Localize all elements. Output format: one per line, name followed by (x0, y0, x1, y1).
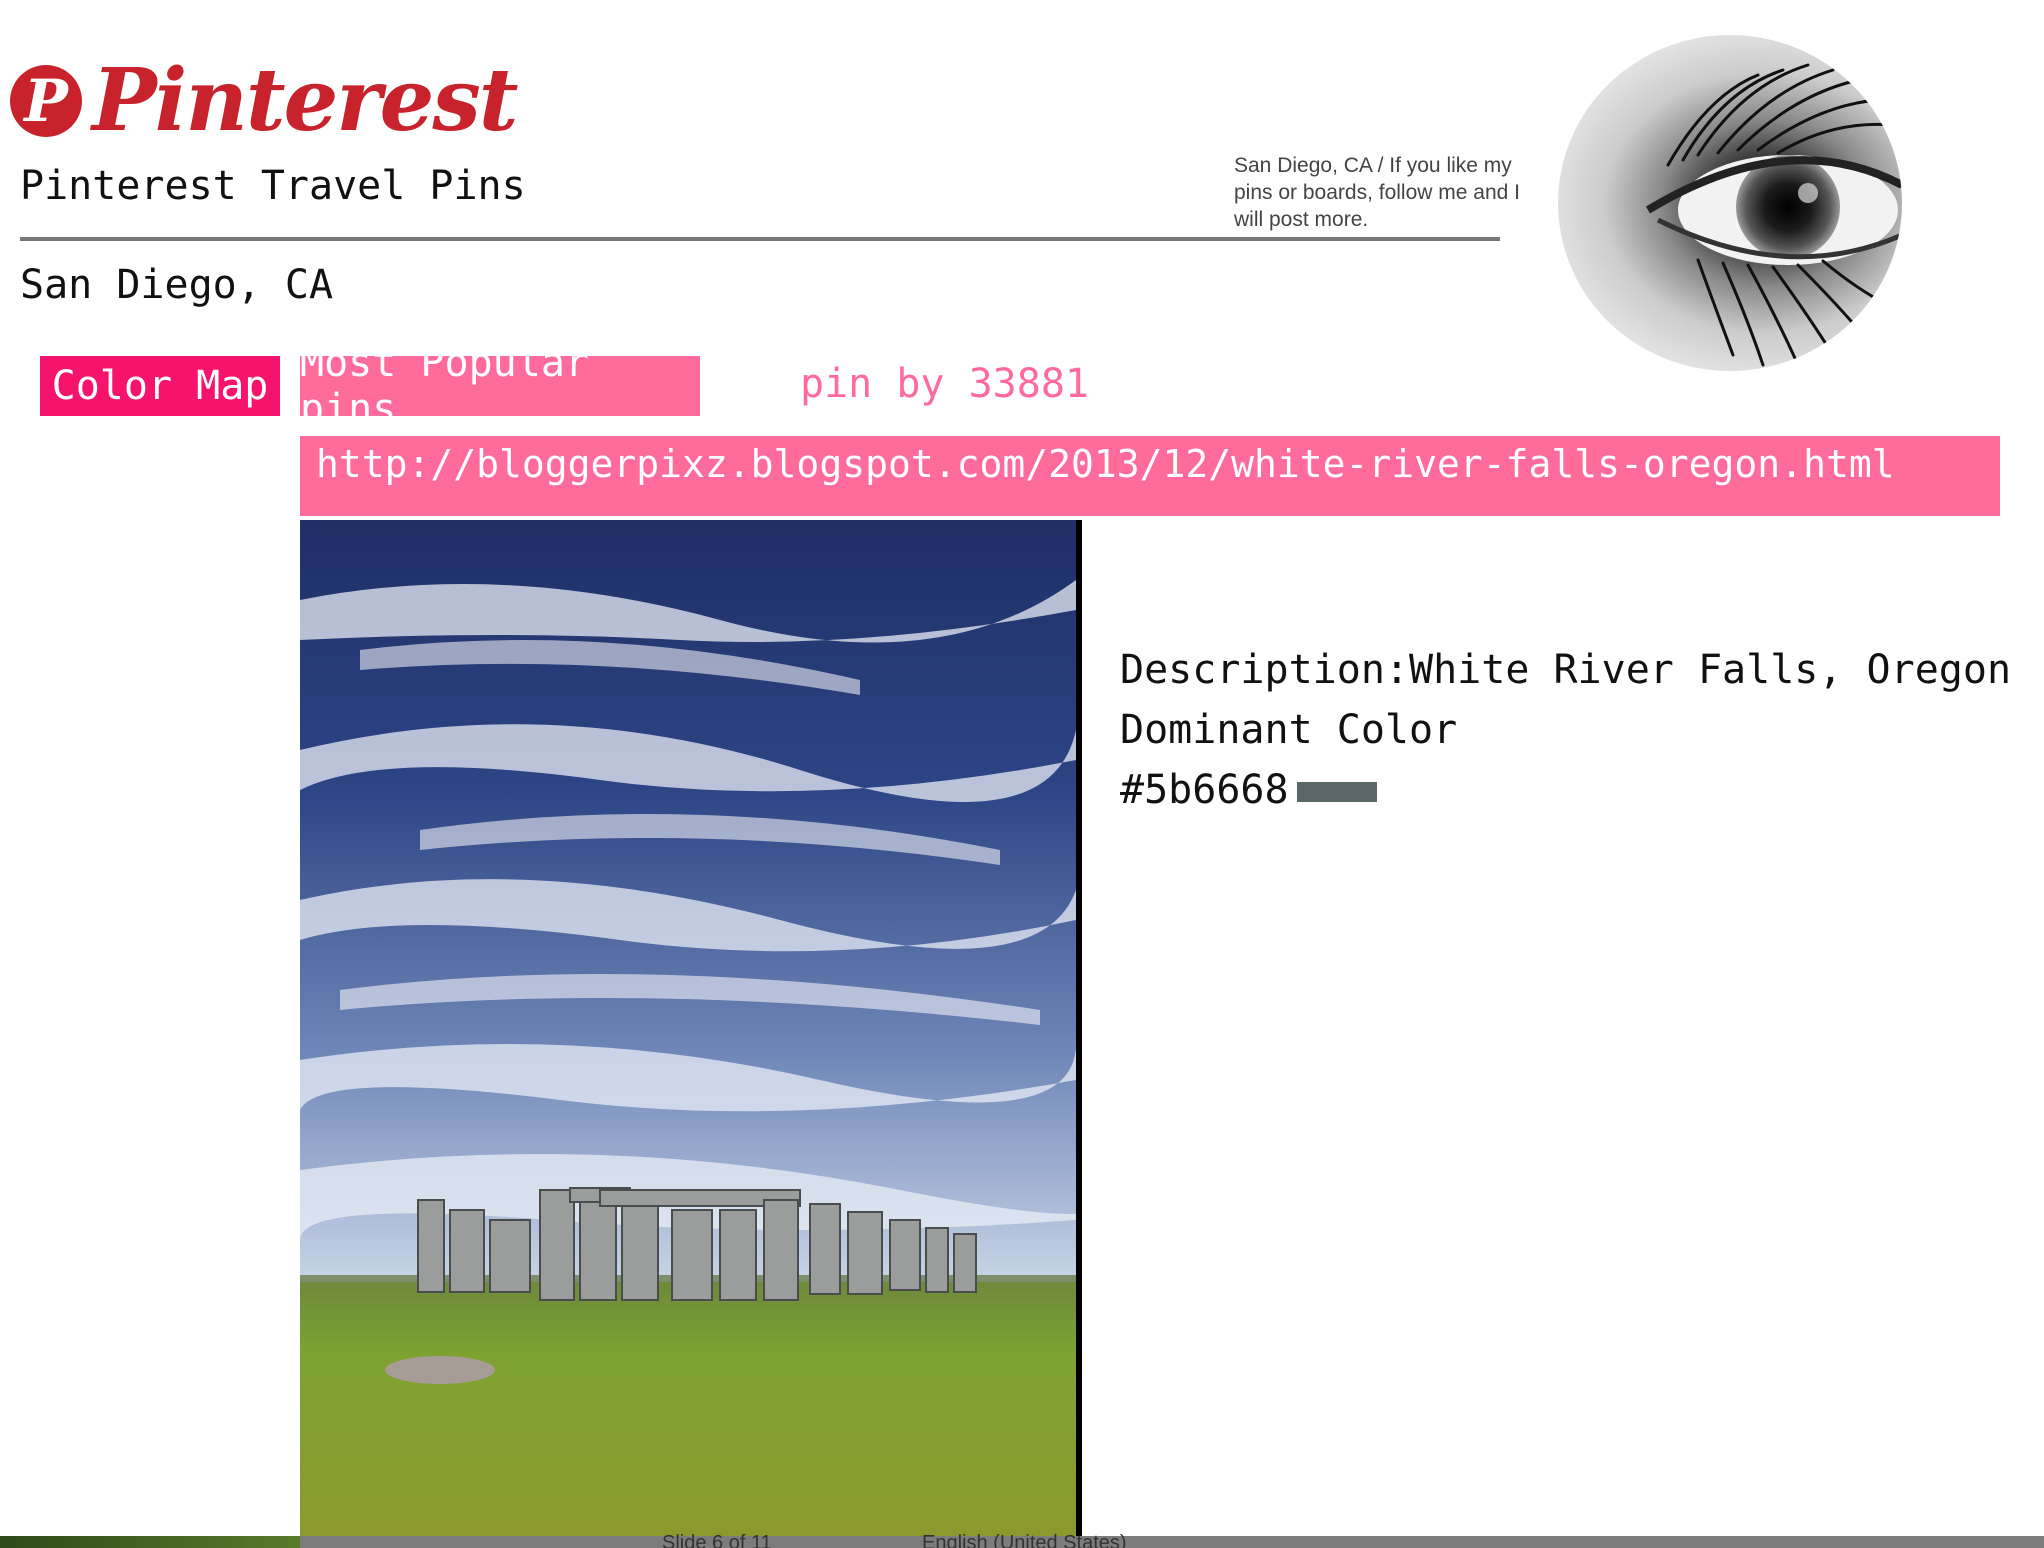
dominant-color-value: #5b6668 (1120, 767, 1289, 813)
pinterest-logo-icon: P (10, 64, 82, 137)
site-title: Pinterest Travel Pins (20, 163, 526, 209)
eye-image (1645, 63, 1902, 367)
pin-source-link[interactable]: http://bloggerpixz.blogspot.com/2013/12/… (316, 442, 1895, 486)
pin-details: Description:White River Falls, Oregon Do… (1120, 640, 2011, 820)
background-photo-edge (0, 1536, 300, 1548)
pinterest-wordmark: Pinterest (92, 50, 518, 151)
color-map-button[interactable]: Color Map (40, 356, 280, 416)
stonehenge-photo (300, 520, 1076, 1536)
slide-counter: Slide 6 of 11 (662, 1532, 772, 1548)
profile-note: San Diego, CA / If you like my pins or b… (1234, 154, 1520, 231)
pin-author: pin by 33881 (800, 361, 1089, 407)
most-popular-pins-button[interactable]: Most Popular pins (300, 340, 700, 432)
pin-image[interactable] (300, 520, 1082, 1536)
location-heading: San Diego, CA (20, 262, 334, 308)
dominant-color-label: Dominant Color (1120, 707, 1458, 753)
dominant-color-row: #5b6668 (1120, 760, 2011, 820)
dominant-color-swatch (1296, 782, 1377, 802)
pin-url-bar: http://bloggerpixz.blogspot.com/2013/12/… (300, 436, 2000, 516)
pinterest-logo[interactable]: P Pinterest (10, 50, 518, 151)
title-divider (20, 237, 1500, 241)
language-indicator[interactable]: English (United States) (922, 1532, 1127, 1548)
profile-avatar (1558, 35, 1902, 371)
pin-description: Description:White River Falls, Oregon (1120, 647, 2012, 693)
